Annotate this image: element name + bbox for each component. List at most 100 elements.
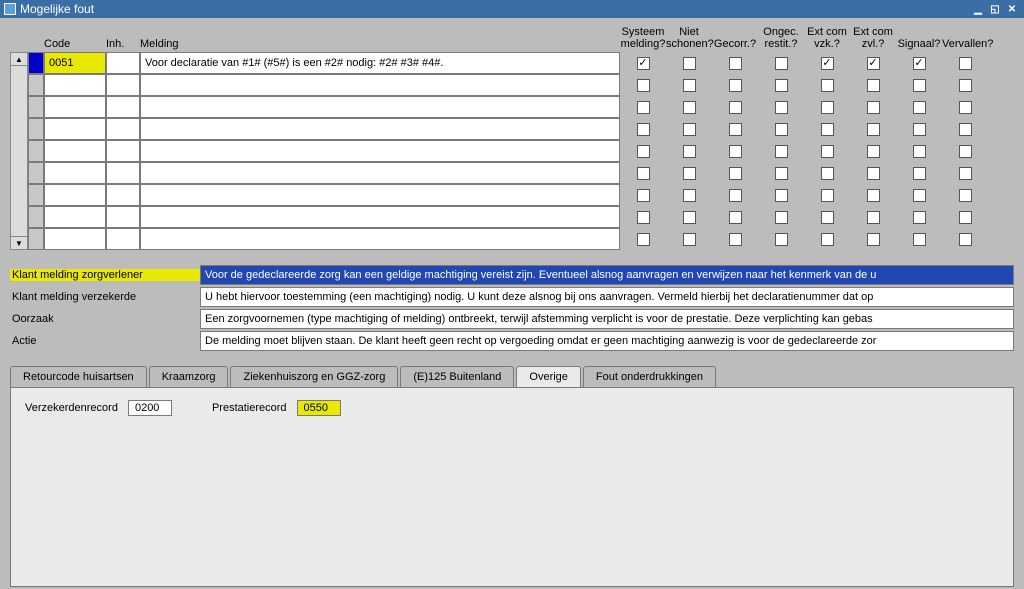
checkbox[interactable] [637,145,650,158]
checkbox[interactable] [775,79,788,92]
checkbox[interactable] [867,101,880,114]
checkbox[interactable] [913,101,926,114]
checkbox[interactable] [729,233,742,246]
field-prestatierecord[interactable]: 0550 [297,400,341,416]
checkbox[interactable] [775,167,788,180]
checkbox[interactable] [729,123,742,136]
checkbox[interactable] [913,233,926,246]
row-handle[interactable] [28,206,44,228]
checkbox[interactable] [913,189,926,202]
checkbox[interactable] [683,79,696,92]
row-handle[interactable] [28,184,44,206]
checkbox[interactable] [683,145,696,158]
table-row[interactable] [28,206,988,228]
checkbox[interactable] [821,167,834,180]
cell-melding[interactable] [140,162,620,184]
checkbox[interactable] [821,211,834,224]
checkbox[interactable] [729,145,742,158]
checkbox[interactable] [775,123,788,136]
row-handle[interactable] [28,74,44,96]
field-oorzaak[interactable]: Een zorgvoornemen (type machtiging of me… [200,309,1014,329]
field-actie[interactable]: De melding moet blijven staan. De klant … [200,331,1014,351]
checkbox[interactable] [637,101,650,114]
checkbox[interactable] [729,79,742,92]
scroll-down-icon[interactable]: ▼ [10,236,28,250]
restore-icon[interactable]: ◱ [987,2,1003,16]
row-handle[interactable] [28,118,44,140]
checkbox[interactable] [683,57,696,70]
cell-code[interactable] [44,228,106,250]
cell-code[interactable] [44,118,106,140]
cell-code[interactable]: 0051 [44,52,106,74]
checkbox[interactable] [637,233,650,246]
row-handle[interactable] [28,162,44,184]
checkbox[interactable] [959,57,972,70]
checkbox[interactable] [821,233,834,246]
cell-inh[interactable] [106,52,140,74]
checkbox[interactable] [637,167,650,180]
checkbox[interactable] [959,101,972,114]
checkbox[interactable] [729,211,742,224]
checkbox[interactable] [867,233,880,246]
scroll-up-icon[interactable]: ▲ [10,52,28,66]
tab-kraamzorg[interactable]: Kraamzorg [149,366,229,387]
checkbox[interactable] [913,79,926,92]
checkbox[interactable] [775,57,788,70]
checkbox[interactable] [637,57,650,70]
checkbox[interactable] [959,233,972,246]
table-row[interactable] [28,96,988,118]
checkbox[interactable] [775,233,788,246]
checkbox[interactable] [913,145,926,158]
checkbox[interactable] [637,79,650,92]
cell-code[interactable] [44,184,106,206]
checkbox[interactable] [959,123,972,136]
tab--e-125-buitenland[interactable]: (E)125 Buitenland [400,366,514,387]
checkbox[interactable] [683,123,696,136]
checkbox[interactable] [867,57,880,70]
scrollbar[interactable]: ▲ ▼ [10,52,28,250]
checkbox[interactable] [867,123,880,136]
row-handle[interactable] [28,228,44,250]
checkbox[interactable] [821,189,834,202]
checkbox[interactable] [959,167,972,180]
table-row[interactable] [28,74,988,96]
tab-retourcode-huisartsen[interactable]: Retourcode huisartsen [10,366,147,387]
checkbox[interactable] [729,101,742,114]
cell-inh[interactable] [106,206,140,228]
checkbox[interactable] [637,189,650,202]
checkbox[interactable] [913,57,926,70]
tab-ziekenhuiszorg-en-ggz-zorg[interactable]: Ziekenhuiszorg en GGZ-zorg [230,366,398,387]
field-verzekerdenrecord[interactable]: 0200 [128,400,172,416]
field-klant-melding-zorgverlener[interactable]: Voor de gedeclareerde zorg kan een geldi… [200,265,1014,285]
checkbox[interactable] [913,211,926,224]
checkbox[interactable] [775,145,788,158]
cell-melding[interactable]: Voor declaratie van #1# (#5#) is een #2#… [140,52,620,74]
checkbox[interactable] [821,101,834,114]
cell-code[interactable] [44,140,106,162]
row-handle[interactable] [28,140,44,162]
cell-inh[interactable] [106,140,140,162]
table-row[interactable] [28,118,988,140]
cell-inh[interactable] [106,96,140,118]
checkbox[interactable] [821,79,834,92]
checkbox[interactable] [637,211,650,224]
checkbox[interactable] [683,233,696,246]
tab-overige[interactable]: Overige [516,366,581,387]
table-row[interactable] [28,140,988,162]
minimize-icon[interactable]: ▁ [970,2,986,16]
checkbox[interactable] [959,79,972,92]
cell-melding[interactable] [140,206,620,228]
checkbox[interactable] [683,189,696,202]
table-row[interactable]: 0051 Voor declaratie van #1# (#5#) is een… [28,52,988,74]
checkbox[interactable] [821,123,834,136]
cell-melding[interactable] [140,140,620,162]
checkbox[interactable] [959,145,972,158]
checkbox[interactable] [729,189,742,202]
table-row[interactable] [28,162,988,184]
checkbox[interactable] [775,101,788,114]
checkbox[interactable] [821,57,834,70]
cell-code[interactable] [44,96,106,118]
cell-code[interactable] [44,162,106,184]
checkbox[interactable] [637,123,650,136]
cell-melding[interactable] [140,118,620,140]
